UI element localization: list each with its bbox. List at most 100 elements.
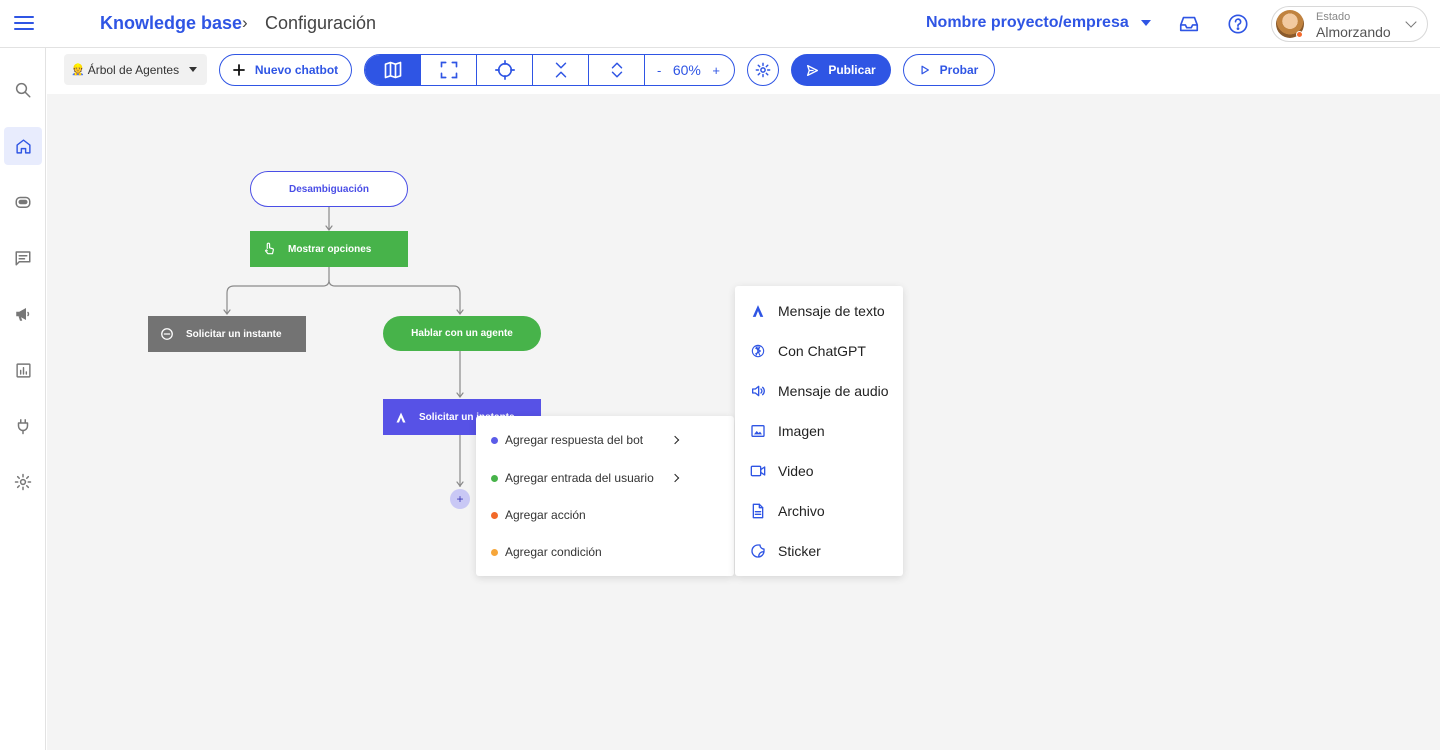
breadcrumb-separator: › <box>242 13 248 32</box>
test-button[interactable]: Probar <box>903 54 995 86</box>
sidebar-item-bots[interactable] <box>4 183 42 221</box>
bot-icon <box>15 196 31 208</box>
collapse-button[interactable] <box>533 55 589 85</box>
canvas-controls: - 60% + <box>364 54 735 86</box>
submenu-label: Sticker <box>778 543 821 559</box>
menu-icon[interactable] <box>14 16 34 32</box>
bullet-dot-icon <box>491 436 498 444</box>
sidebar <box>0 48 46 750</box>
sidebar-item-integrations[interactable] <box>4 407 42 445</box>
submenu-label: Mensaje de audio <box>778 383 889 399</box>
plug-icon <box>17 419 29 435</box>
chevron-down-icon <box>1405 16 1417 28</box>
status-value: Almorzando <box>1316 24 1391 40</box>
image-icon <box>750 423 766 439</box>
touch-icon <box>262 242 276 256</box>
submenu-item-text[interactable]: Mensaje de texto <box>735 293 903 329</box>
chart-icon <box>15 362 31 378</box>
minus-circle-icon <box>160 327 174 341</box>
publish-button[interactable]: Publicar <box>791 54 891 86</box>
map-view-button[interactable] <box>365 55 421 85</box>
breadcrumb-root[interactable]: Knowledge base <box>100 13 242 34</box>
project-selector[interactable]: Nombre proyecto/empresa <box>926 14 1151 32</box>
sidebar-item-settings[interactable] <box>4 463 42 501</box>
zoom-out-button[interactable]: - <box>657 63 661 78</box>
menu-item-action[interactable]: Agregar acción <box>476 497 734 533</box>
bot-response-submenu: Mensaje de texto Con ChatGPT Mensaje de … <box>735 286 903 576</box>
map-icon <box>384 61 401 79</box>
flow-node-disambiguation[interactable]: Desambiguación <box>250 171 408 207</box>
chevron-right-icon <box>670 435 680 445</box>
agent-tree-label: Árbol de Agentes <box>87 62 180 77</box>
sidebar-item-reports[interactable] <box>4 351 42 389</box>
node-label: Solicitar un instante <box>186 328 282 340</box>
plus-icon <box>232 64 245 76</box>
caret-down-icon <box>189 67 197 72</box>
menu-item-label: Agregar acción <box>505 508 586 522</box>
submenu-item-chatgpt[interactable]: Con ChatGPT <box>735 333 903 369</box>
sticker-icon <box>750 543 766 559</box>
send-icon <box>807 64 819 76</box>
submenu-item-video[interactable]: Video <box>735 453 903 489</box>
file-icon <box>750 503 766 519</box>
agent-tree-select[interactable]: 👷 Árbol de Agentes <box>64 54 207 85</box>
sidebar-item-home[interactable] <box>4 127 42 165</box>
chevron-right-icon <box>670 473 680 483</box>
toolbar: 👷 Árbol de Agentes Nuevo chatbot - 60% + <box>46 48 1440 94</box>
play-icon <box>921 65 929 75</box>
submenu-item-sticker[interactable]: Sticker <box>735 533 903 569</box>
submenu-item-image[interactable]: Imagen <box>735 413 903 449</box>
center-button[interactable] <box>477 55 533 85</box>
add-node-button[interactable]: + <box>450 489 470 509</box>
worker-emoji-icon: 👷 <box>71 64 85 76</box>
submenu-label: Video <box>778 463 814 479</box>
add-step-menu: Agregar respuesta del bot Agregar entrad… <box>476 416 734 576</box>
menu-item-label: Agregar entrada del usuario <box>505 471 654 485</box>
flow-node-show-options[interactable]: Mostrar opciones <box>250 231 408 267</box>
settings-icon <box>14 473 32 491</box>
submenu-label: Archivo <box>778 503 825 519</box>
menu-item-user-input[interactable]: Agregar entrada del usuario <box>476 460 734 496</box>
home-icon <box>15 138 31 154</box>
collapse-icon <box>555 62 566 78</box>
crosshair-icon <box>494 60 515 80</box>
zoom-value: 60% <box>672 62 701 78</box>
menu-item-bot-response[interactable]: Agregar respuesta del bot <box>476 422 734 458</box>
sidebar-item-campaigns[interactable] <box>4 295 42 333</box>
chatgpt-icon <box>750 343 766 359</box>
flow-node-talk-agent[interactable]: Hablar con un agente <box>383 316 541 351</box>
gear-icon <box>755 62 771 78</box>
inbox-icon[interactable] <box>1178 13 1200 35</box>
fit-screen-button[interactable] <box>421 55 477 85</box>
flow-node-wait-left[interactable]: Solicitar un instante <box>148 316 306 352</box>
submenu-item-audio[interactable]: Mensaje de audio <box>735 373 903 409</box>
page-title: Configuración <box>265 13 377 33</box>
chat-icon <box>15 251 31 266</box>
text-icon <box>750 303 766 319</box>
bullet-dot-icon <box>491 511 498 519</box>
project-name: Nombre proyecto/empresa <box>926 14 1129 31</box>
sidebar-item-search[interactable] <box>4 71 42 109</box>
sidebar-item-conversations[interactable] <box>4 239 42 277</box>
submenu-item-file[interactable]: Archivo <box>735 493 903 529</box>
new-chatbot-label: Nuevo chatbot <box>254 63 339 77</box>
bullet-dot-icon <box>491 548 498 556</box>
help-icon[interactable] <box>1227 13 1249 35</box>
menu-item-condition[interactable]: Agregar condición <box>476 534 734 570</box>
test-label: Probar <box>939 63 979 77</box>
expand-icon <box>611 62 622 78</box>
expand-button[interactable] <box>589 55 645 85</box>
status-selector[interactable]: Estado Almorzando <box>1271 6 1428 42</box>
new-chatbot-button[interactable]: Nuevo chatbot <box>219 54 352 86</box>
flow-canvas[interactable]: Desambiguación Mostrar opciones Solicita… <box>47 94 1440 750</box>
submenu-label: Imagen <box>778 423 825 439</box>
bullet-dot-icon <box>491 474 498 482</box>
status-label: Estado <box>1316 11 1351 23</box>
canvas-settings-button[interactable] <box>747 54 779 86</box>
zoom-in-button[interactable]: + <box>712 63 720 78</box>
caret-down-icon <box>1140 20 1151 26</box>
zoom-control: - 60% + <box>645 55 734 85</box>
publish-label: Publicar <box>828 63 876 77</box>
status-dot <box>1296 31 1303 38</box>
search-icon <box>15 82 31 98</box>
